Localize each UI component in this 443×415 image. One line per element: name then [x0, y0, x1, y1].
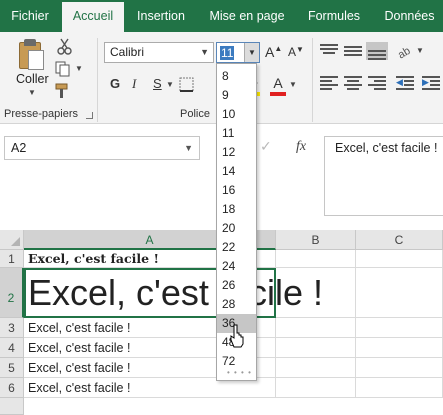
chevron-down-icon[interactable]: ▼: [244, 43, 259, 62]
borders-icon[interactable]: [178, 76, 196, 94]
name-box-value: A2: [11, 141, 27, 155]
align-right-icon[interactable]: [368, 76, 386, 90]
align-middle-icon[interactable]: [344, 44, 362, 58]
orientation-icon[interactable]: ab: [396, 42, 414, 60]
group-divider: [97, 38, 98, 122]
shrink-font-button[interactable]: A▼: [288, 45, 304, 59]
formula-input[interactable]: Excel, c'est facile !: [324, 136, 443, 216]
hand-cursor-icon: [230, 324, 244, 348]
font-color-letter: A: [273, 75, 283, 91]
check-icon[interactable]: ✓: [260, 138, 272, 155]
paste-label: Coller: [16, 72, 49, 86]
clipboard-group-label: Presse-papiers: [4, 108, 78, 120]
chevron-down-icon[interactable]: ▼: [416, 46, 424, 55]
font-size-value: 11: [220, 46, 235, 60]
size-option[interactable]: 28: [217, 295, 256, 314]
chevron-down-icon[interactable]: ▼: [184, 137, 193, 159]
clipboard-launcher-icon[interactable]: [86, 112, 93, 119]
size-option[interactable]: 8: [217, 67, 256, 86]
tab-mise-en-page[interactable]: Mise en page: [200, 0, 294, 32]
cell-c6[interactable]: [356, 378, 443, 398]
chevron-down-icon[interactable]: ▼: [75, 64, 83, 73]
column-header-c[interactable]: C: [356, 230, 443, 250]
row-header-4[interactable]: 4: [0, 338, 24, 358]
format-painter-icon[interactable]: [54, 82, 72, 100]
font-name-box[interactable]: Calibri ▼: [104, 42, 214, 63]
increase-indent-icon[interactable]: ▶: [422, 76, 440, 90]
name-box[interactable]: A2 ▼: [4, 136, 200, 160]
cell-a6[interactable]: Excel, c'est facile !: [24, 378, 276, 398]
align-center-icon[interactable]: [344, 76, 362, 90]
cell-c1[interactable]: [356, 250, 443, 268]
row-header-5[interactable]: 5: [0, 358, 24, 378]
formula-content: Excel, c'est facile !: [335, 141, 438, 155]
size-option[interactable]: 10: [217, 105, 256, 124]
cell-b2[interactable]: [276, 268, 356, 318]
size-option[interactable]: 14: [217, 162, 256, 181]
size-option[interactable]: 9: [217, 86, 256, 105]
tab-formules[interactable]: Formules: [300, 0, 368, 32]
row-header-next[interactable]: [0, 398, 24, 415]
svg-text:ab: ab: [396, 45, 413, 60]
size-option[interactable]: 11: [217, 124, 256, 143]
row-header-3[interactable]: 3: [0, 318, 24, 338]
font-group-label: Police: [180, 108, 210, 120]
size-option[interactable]: 22: [217, 238, 256, 257]
cell-b1[interactable]: [276, 250, 356, 268]
paper-icon: [28, 50, 44, 70]
cell-c2[interactable]: [356, 268, 443, 318]
size-option[interactable]: 12: [217, 143, 256, 162]
column-header-b[interactable]: B: [276, 230, 356, 250]
cell-b3[interactable]: [276, 318, 356, 338]
align-bottom-icon[interactable]: [366, 42, 388, 60]
chevron-down-icon: ▼: [200, 47, 209, 57]
resize-grip-icon[interactable]: • • • •: [227, 368, 252, 377]
tab-fichier[interactable]: Fichier: [0, 0, 60, 32]
tab-donnees[interactable]: Données: [376, 0, 443, 32]
cell-b6[interactable]: [276, 378, 356, 398]
chevron-down-icon[interactable]: ▼: [289, 80, 297, 89]
row-header-2[interactable]: 2: [0, 268, 24, 318]
paste-button[interactable]: Coller ▼: [10, 38, 54, 100]
ribbon-tab-bar: Fichier Accueil Insertion Mise en page F…: [0, 0, 443, 32]
group-divider: [312, 38, 313, 122]
size-option[interactable]: 26: [217, 276, 256, 295]
grow-font-button[interactable]: A▲: [265, 44, 282, 60]
row-header-6[interactable]: 6: [0, 378, 24, 398]
align-top-icon[interactable]: [320, 44, 338, 58]
row-header-1[interactable]: 1: [0, 250, 24, 268]
tab-insertion[interactable]: Insertion: [128, 0, 194, 32]
cell-c3[interactable]: [356, 318, 443, 338]
font-name-value: Calibri: [110, 45, 145, 59]
insert-function-button[interactable]: fx: [296, 139, 306, 155]
font-size-box[interactable]: 11 ▼: [216, 42, 260, 63]
cell-c4[interactable]: [356, 338, 443, 358]
size-option[interactable]: 18: [217, 200, 256, 219]
chevron-down-icon: ▼: [28, 88, 36, 97]
select-all-corner[interactable]: [0, 230, 24, 250]
copy-icon[interactable]: [54, 60, 72, 78]
cell-b4[interactable]: [276, 338, 356, 358]
font-color-swatch: [270, 92, 286, 96]
tab-accueil[interactable]: Accueil: [62, 2, 124, 32]
bold-button[interactable]: G: [110, 76, 120, 91]
cell-c5[interactable]: [356, 358, 443, 378]
align-left-icon[interactable]: [320, 76, 338, 90]
size-option[interactable]: 20: [217, 219, 256, 238]
decrease-indent-icon[interactable]: ◀: [396, 76, 414, 90]
cut-icon[interactable]: [56, 38, 74, 56]
font-color-button[interactable]: A: [270, 76, 286, 96]
size-option[interactable]: 16: [217, 181, 256, 200]
underline-button[interactable]: S: [153, 76, 162, 91]
size-option[interactable]: 24: [217, 257, 256, 276]
italic-button[interactable]: I: [132, 76, 136, 92]
cell-b5[interactable]: [276, 358, 356, 378]
chevron-down-icon[interactable]: ▼: [166, 80, 174, 89]
